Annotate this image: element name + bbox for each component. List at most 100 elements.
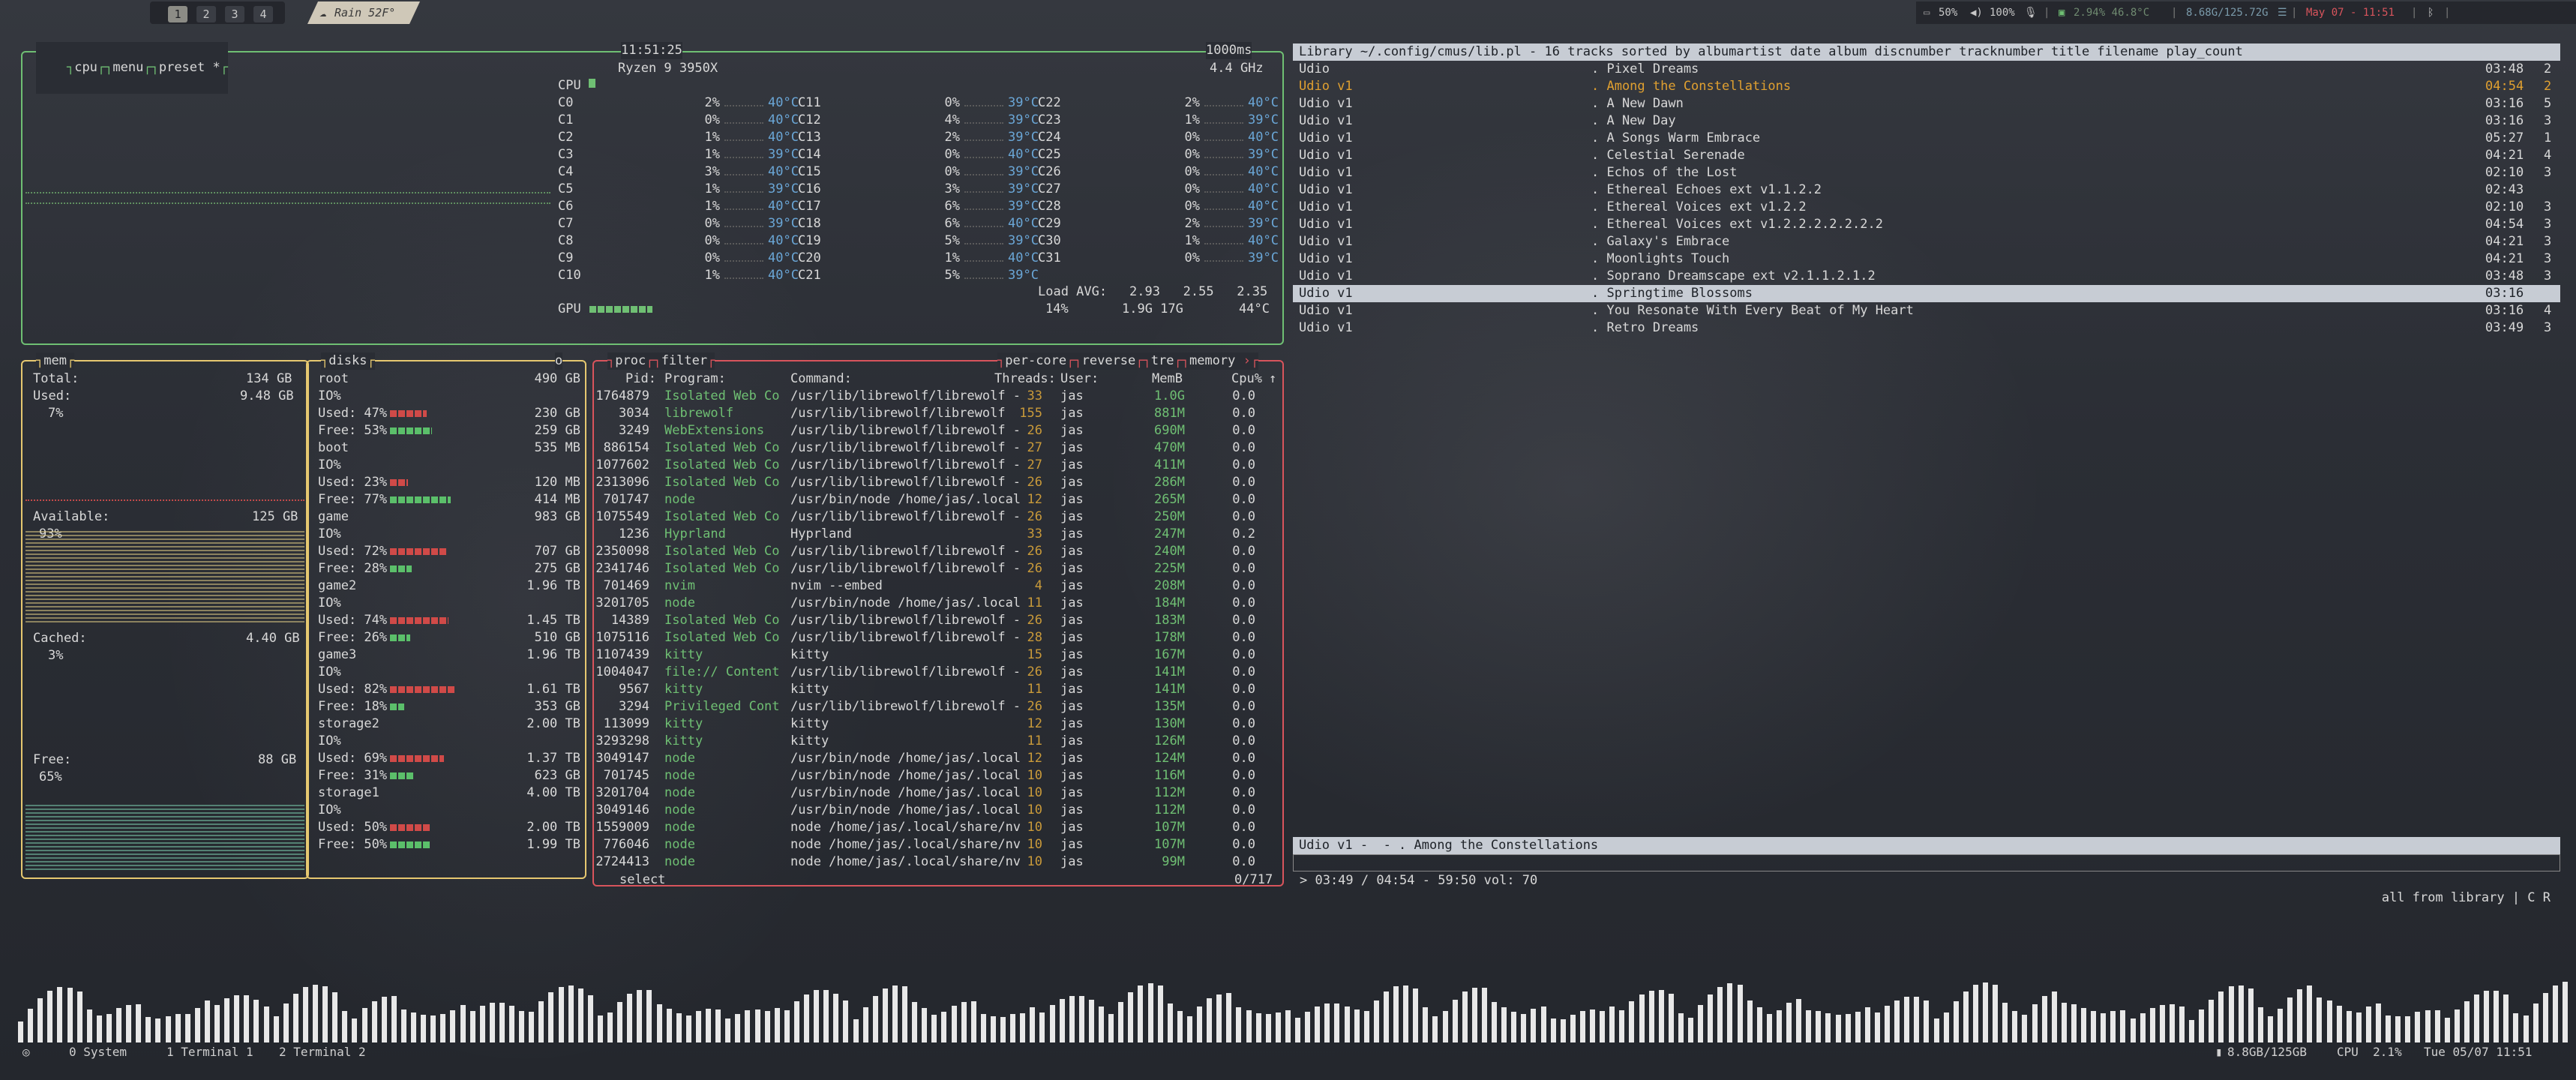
process-row[interactable]: 1075549 Isolated Web Co/usr/lib/librewolf… — [592, 508, 1275, 526]
process-row[interactable]: 1075116 Isolated Web Co/usr/lib/librewolf… — [592, 629, 1275, 646]
mem-title[interactable]: mem — [43, 353, 67, 368]
col-command[interactable]: Command: — [790, 370, 852, 388]
proc-command: kitty — [790, 716, 829, 731]
col-memb[interactable]: MemB — [1152, 370, 1183, 388]
workspace-4[interactable]: 4 — [253, 6, 273, 22]
tab-filter[interactable]: filter — [661, 353, 707, 368]
tab-menu[interactable]: menu — [112, 60, 143, 75]
track-duration: 04:54 — [2485, 217, 2524, 232]
process-row[interactable]: 14389 Isolated Web Co/usr/lib/librewolf/l… — [592, 612, 1275, 629]
process-row[interactable]: 701747 node/usr/bin/node /home/jas/.local… — [592, 491, 1275, 508]
bottom-clock[interactable]: Tue 05/07 11:51 — [2424, 1042, 2533, 1062]
visualizer-bar — [2336, 1006, 2342, 1042]
datetime[interactable]: May 07 - 11:51 — [2306, 2, 2395, 24]
process-row[interactable]: 3249 WebExtensions/usr/lib/librewolf/libr… — [592, 422, 1275, 440]
core-temp-graph — [724, 135, 763, 141]
process-row[interactable]: 1764879 Isolated Web Co/usr/lib/librewolf… — [592, 388, 1275, 405]
process-row[interactable]: 2350098 Isolated Web Co/usr/lib/librewolf… — [592, 543, 1275, 560]
workspace-1[interactable]: 1 — [168, 6, 187, 22]
disks-title[interactable]: disks — [328, 353, 367, 368]
workspace-3[interactable]: 3 — [225, 6, 244, 22]
launcher-icon[interactable]: ◎ — [22, 1042, 30, 1062]
process-row[interactable]: 2724413 node node /home/jas/.local/share/n… — [592, 854, 1275, 871]
col-user[interactable]: User: — [1060, 370, 1099, 388]
tab-cpu[interactable]: cpu — [74, 60, 97, 75]
visualizer-bar — [1894, 1000, 1900, 1042]
track-row[interactable]: Udio v1 . Springtime Blossoms 03:16 — [1293, 285, 2560, 302]
track-row[interactable]: Udio v1 . Galaxy's Embrace 04:21 3 — [1293, 233, 2560, 250]
taskbar-system[interactable]: 0 System — [69, 1042, 127, 1062]
process-row[interactable]: 1004047 file:// Content/usr/lib/librewolf… — [592, 664, 1275, 681]
track-artist: Udio v1 — [1299, 268, 1353, 284]
play-mode[interactable]: all from library | C R — [2382, 890, 2551, 907]
core-usage: 0% — [704, 112, 720, 128]
toggle-per-core[interactable]: per-core — [1005, 353, 1066, 368]
track-row[interactable]: Udio v1 . Celestial Serenade 04:21 4 — [1293, 147, 2560, 164]
disk-free-bar — [390, 704, 404, 710]
process-row[interactable]: 3049146 node/usr/bin/node /home/jas/.loca… — [592, 802, 1275, 819]
core-temp: 39°C — [1008, 112, 1039, 128]
sort-memory[interactable]: memory — [1189, 353, 1235, 368]
process-row[interactable]: 3034 librewolf/usr/lib/librewolf/librewol… — [592, 405, 1275, 422]
track-row[interactable]: Udio v1 . Moonlights Touch 04:21 3 — [1293, 250, 2560, 268]
track-row[interactable]: Udio v1 . A Songs Warm Embrace 05:27 1 — [1293, 130, 2560, 147]
proc-threads: 26 — [1027, 544, 1042, 559]
col-pid[interactable]: Pid: — [625, 370, 656, 388]
process-row[interactable]: 1559009 node node /home/jas/.local/share/n… — [592, 819, 1275, 836]
toggle-tree[interactable]: tre — [1151, 353, 1174, 368]
col-threads[interactable]: Threads: — [994, 370, 1056, 388]
process-row[interactable]: 2313096 Isolated Web Co/usr/lib/librewolf… — [592, 474, 1275, 491]
process-row[interactable]: 3294 Privileged Cont/usr/lib/librewolf/li… — [592, 698, 1275, 716]
track-row[interactable]: Udio v1 . Retro Dreams 03:49 3 — [1293, 320, 2560, 337]
disk-used-value: 1.37 TB — [526, 751, 580, 766]
process-row[interactable]: 113099 kitty kitty 12 jas 130M 0.0 — [592, 716, 1275, 733]
io-toggle[interactable]: o — [555, 352, 563, 370]
process-row[interactable]: 1077602 Isolated Web Co/usr/lib/librewolf… — [592, 457, 1275, 474]
process-row[interactable]: 3049147 node/usr/bin/node /home/jas/.loca… — [592, 750, 1275, 767]
select-label[interactable]: select — [619, 872, 665, 889]
col-program[interactable]: Program: — [664, 370, 726, 388]
toggle-reverse[interactable]: reverse — [1082, 353, 1136, 368]
cpu-tabs: ┐cpu┌┐menu┌┐preset *┌ — [36, 42, 228, 94]
process-row[interactable]: 776046 node node /home/jas/.local/share/nv… — [592, 836, 1275, 854]
workspace-2[interactable]: 2 — [196, 6, 216, 22]
cpu-interval[interactable]: 1000ms — [1206, 42, 1252, 59]
taskbar-terminal-1[interactable]: 1 Terminal 1 — [166, 1042, 253, 1062]
track-row[interactable]: Udio v1 . Echos of the Lost 02:10 3 — [1293, 164, 2560, 182]
process-row[interactable]: 9567 kitty kitty 11 jas 141M 0.0 — [592, 681, 1275, 698]
cmus-player: Library ~/.config/cmus/lib.pl - 16 track… — [1293, 44, 2560, 905]
mem-used-pct: 7% — [48, 406, 64, 421]
taskbar-terminal-2[interactable]: 2 Terminal 2 — [279, 1042, 366, 1062]
col-cpu[interactable]: Cpu% — [1231, 370, 1262, 388]
track-row[interactable]: Udio v1 . A New Dawn 03:16 5 — [1293, 95, 2560, 112]
separator: | — [2411, 7, 2418, 19]
tab-proc[interactable]: proc — [615, 353, 646, 368]
track-row[interactable]: Udio v1 . Among the Constellations 04:54 2 — [1293, 78, 2560, 95]
tab-preset[interactable]: preset * — [159, 60, 220, 75]
process-row[interactable]: 1107439 kitty kitty 15 jas 167M 0.0 — [592, 646, 1275, 664]
process-row[interactable]: 2341746 Isolated Web Co/usr/lib/librewolf… — [592, 560, 1275, 578]
mic-value[interactable]: 100% — [1990, 2, 2015, 24]
process-row[interactable]: 3201705 node/usr/bin/node /home/jas/.loca… — [592, 595, 1275, 612]
proc-pid: 2313096 — [595, 475, 649, 490]
track-row[interactable]: Udio v1 . Ethereal Echoes ext v1.1.2.2 02:… — [1293, 182, 2560, 199]
visualizer-bar — [754, 1010, 760, 1042]
proc-mem: 141M — [1154, 664, 1185, 680]
track-row[interactable]: Udio v1 . Soprano Dreamscape ext v2.1.1.2… — [1293, 268, 2560, 285]
proc-cpu: 0.0 — [1232, 613, 1255, 628]
track-row[interactable]: Udio v1 . You Resonate With Every Beat of… — [1293, 302, 2560, 320]
process-row[interactable]: 1236 Hyprland Hyprland 33 jas 247M 0.2 — [592, 526, 1275, 543]
track-row[interactable]: Udio . Pixel Dreams 03:48 2 — [1293, 61, 2560, 78]
weather-widget[interactable]: ☁ Rain 52F° — [307, 2, 420, 24]
process-row[interactable]: 701469 nvim nvim --embed 4 jas 208M 0.0 — [592, 578, 1275, 595]
speaker-icon: ◀) — [1970, 7, 1983, 19]
process-row[interactable]: 701745 node/usr/bin/node /home/jas/.local… — [592, 767, 1275, 784]
process-row[interactable]: 886154 Isolated Web Co/usr/lib/librewolf/… — [592, 440, 1275, 457]
volume-value[interactable]: 50% — [1939, 2, 1957, 24]
track-row[interactable]: Udio v1 . A New Day 03:16 3 — [1293, 112, 2560, 130]
bluetooth-icon[interactable]: ᛒ — [2428, 2, 2434, 24]
process-row[interactable]: 3201704 node/usr/bin/node /home/jas/.loca… — [592, 784, 1275, 802]
track-row[interactable]: Udio v1 . Ethereal Voices ext v1.2.2.2.2.… — [1293, 216, 2560, 233]
process-row[interactable]: 3293298 kitty kitty 11 jas 126M 0.0 — [592, 733, 1275, 750]
track-row[interactable]: Udio v1 . Ethereal Voices ext v1.2.2 02:10… — [1293, 199, 2560, 216]
